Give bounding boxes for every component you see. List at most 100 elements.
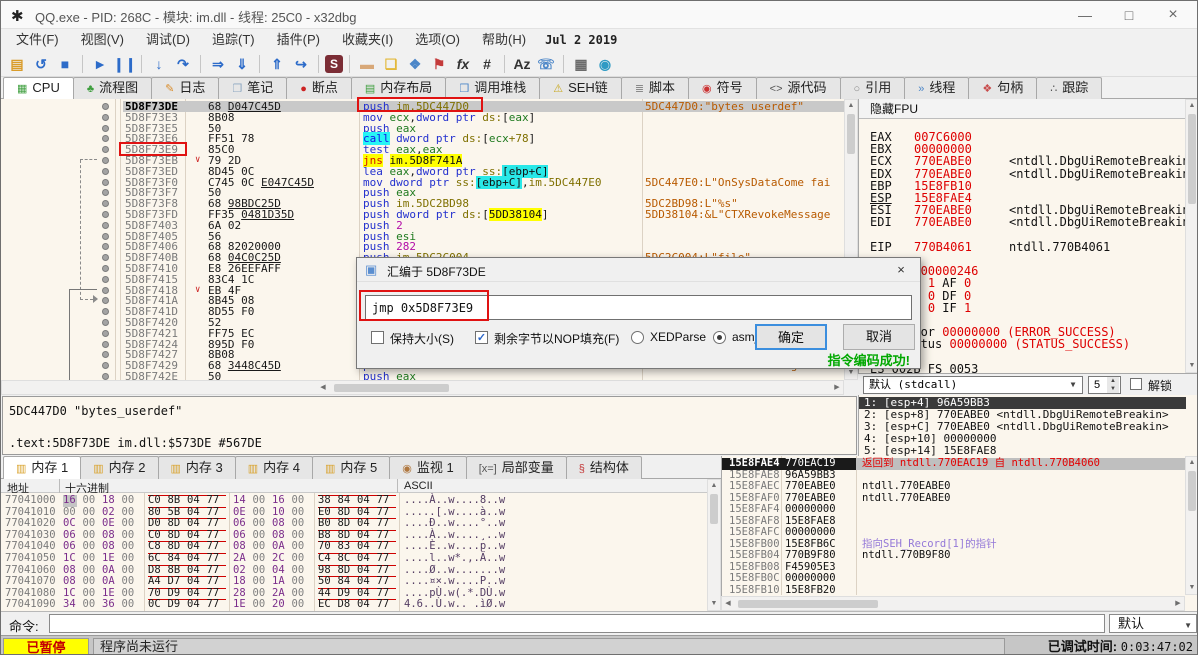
scroll-up-arrow[interactable]: ▲: [708, 480, 720, 492]
tab-memory-map[interactable]: ▤ 内存布局: [350, 77, 447, 99]
hex-byte[interactable]: 16: [272, 494, 286, 507]
hex-byte[interactable]: B0: [318, 518, 332, 530]
hex-byte[interactable]: 77: [207, 599, 221, 611]
hex-byte[interactable]: 6C: [148, 552, 162, 565]
hex-byte[interactable]: 36: [102, 599, 116, 611]
hex-byte[interactable]: 00: [292, 576, 306, 588]
run-icon[interactable]: ►: [89, 54, 111, 74]
stack-vscrollbar[interactable]: ▲ ▼: [1185, 456, 1197, 595]
register-row[interactable]: ECX 770EABE0 <ntdll.DbgUiRemoteBreakin>: [870, 155, 1197, 167]
tab-memory-5[interactable]: ▥ 内存 5: [312, 456, 391, 479]
hex-byte[interactable]: 2C: [272, 552, 286, 565]
spin-up-icon[interactable]: ▲: [1107, 377, 1119, 385]
scroll-up-arrow[interactable]: ▲: [1186, 100, 1197, 112]
hex-byte[interactable]: 04: [187, 599, 201, 611]
hex-byte[interactable]: 04: [187, 494, 201, 507]
hex-byte[interactable]: 00: [83, 576, 97, 588]
hex-byte[interactable]: 16: [63, 494, 77, 507]
scroll-right-arrow[interactable]: ▶: [831, 382, 843, 394]
hex-byte[interactable]: 77: [377, 599, 391, 611]
tab-locals[interactable]: [x=] 局部变量: [465, 456, 567, 479]
breakpoint-dot[interactable]: [102, 319, 109, 326]
tab-struct[interactable]: § 结构体: [565, 456, 642, 479]
tab-call-stack[interactable]: ❒ 调用堆栈: [445, 77, 541, 99]
hex-byte[interactable]: 77: [377, 552, 391, 565]
breakpoint-dot[interactable]: [102, 286, 109, 294]
breakpoint-dot[interactable]: [102, 113, 109, 121]
run-to-cursor-icon[interactable]: ⇒: [207, 54, 229, 74]
register-row[interactable]: EDX 770EABE0 <ntdll.DbgUiRemoteBreakin>: [870, 168, 1197, 180]
hex-byte[interactable]: 77: [207, 552, 221, 565]
hex-byte[interactable]: 04: [187, 576, 201, 588]
unlock-checkbox[interactable]: [1130, 378, 1142, 390]
hex-byte[interactable]: 00: [253, 576, 267, 588]
tab-handles[interactable]: ❖ 句柄: [968, 77, 1038, 99]
menu-item-5[interactable]: 收藏夹(I): [331, 29, 404, 51]
register-row[interactable]: ESI 770EABE0 <ntdll.DbgUiRemoteBreakin>: [870, 204, 1197, 216]
hide-fpu-button[interactable]: 隐藏FPU: [859, 99, 1186, 119]
breakpoint-dot[interactable]: [102, 329, 109, 337]
bookmarks-icon[interactable]: ⚑: [428, 54, 450, 74]
register-row[interactable]: EAX 007C6000: [870, 131, 1186, 143]
tab-watch[interactable]: ◉ 监视 1: [389, 456, 467, 479]
hex-byte[interactable]: 00: [83, 552, 97, 565]
hex-byte[interactable]: 77: [207, 576, 221, 588]
command-profile-select[interactable]: 默认 ▼: [1109, 614, 1197, 633]
disasm-hscrollbar[interactable]: ◀ ▶: [1, 380, 844, 395]
hex-byte[interactable]: 08: [63, 576, 77, 588]
breakpoint-dot[interactable]: [102, 362, 109, 370]
register-row[interactable]: EBP 15E8FB10: [870, 180, 1186, 192]
case-icon[interactable]: Az: [511, 54, 533, 74]
hex-byte[interactable]: 04: [357, 576, 371, 588]
menu-item-4[interactable]: 插件(P): [266, 29, 331, 51]
stack-pane[interactable]: 15E8FAE4 770EAC19 返回到 ntdll.770EAC19 自 ntd…: [721, 456, 1197, 611]
dialog-close-icon[interactable]: ×: [888, 261, 914, 279]
modules-icon[interactable]: ☏: [535, 54, 557, 74]
breakpoint-dot[interactable]: [102, 211, 109, 218]
spin-down-icon[interactable]: ▼: [1107, 385, 1119, 393]
scroll-down-arrow[interactable]: ▼: [1186, 360, 1197, 372]
hex-byte[interactable]: 77: [377, 518, 391, 530]
disasm-row[interactable]: 5D8F742E 50 push eax: [1, 371, 844, 380]
hex-byte[interactable]: A4: [148, 576, 162, 588]
menu-item-2[interactable]: 调试(D): [135, 29, 201, 51]
hex-byte[interactable]: D7: [168, 576, 182, 588]
maximize-button[interactable]: □: [1107, 1, 1151, 29]
memory-dump-pane[interactable]: 77041000 16 00 18 00 C0 8B 04 77 14 00 16 00 38 84 04 77…: [1, 493, 721, 611]
stack-row[interactable]: 15E8FAE4 770EAC19 返回到 ntdll.770EAC19 自 ntd…: [722, 457, 1186, 470]
breakpoint-dot[interactable]: [102, 178, 109, 186]
breakpoint-dot[interactable]: [102, 167, 109, 175]
breakpoint-dot[interactable]: [102, 232, 109, 240]
hex-byte[interactable]: 1C: [63, 552, 77, 565]
stack-row[interactable]: 15E8FB0C 00000000: [722, 572, 1186, 585]
functions-icon[interactable]: fx: [452, 54, 474, 74]
tab-seh-chain[interactable]: ⚠ SEH链: [539, 77, 622, 99]
breakpoint-dot[interactable]: [102, 189, 109, 197]
hex-byte[interactable]: 04: [357, 518, 371, 530]
registers-vscrollbar[interactable]: ▲ ▼: [1185, 99, 1197, 373]
tab-trace[interactable]: ∴ 跟踪: [1036, 77, 1103, 99]
hex-byte[interactable]: 1E: [233, 599, 247, 611]
stack-row[interactable]: 15E8FAEC 770EABE0 ntdll.770EABE0: [722, 480, 1186, 493]
hex-byte[interactable]: 77: [207, 494, 221, 507]
tab-notes[interactable]: ❐ 笔记: [218, 77, 288, 99]
hex-byte[interactable]: 14: [233, 494, 247, 507]
scroll-down-arrow[interactable]: ▼: [1186, 582, 1197, 594]
hex-byte[interactable]: 00: [83, 494, 97, 507]
hex-byte[interactable]: 77: [207, 518, 221, 530]
hex-byte[interactable]: 8B: [168, 494, 182, 507]
hex-byte[interactable]: 8C: [338, 552, 352, 565]
scroll-down-arrow[interactable]: ▼: [708, 598, 720, 610]
breakpoint-dot[interactable]: [102, 124, 109, 132]
hex-byte[interactable]: 04: [187, 518, 201, 530]
comments-icon[interactable]: ❏: [380, 54, 402, 74]
scylla-icon[interactable]: S: [325, 54, 343, 73]
breakpoint-dot[interactable]: [102, 265, 109, 272]
menu-item-3[interactable]: 追踪(T): [201, 29, 266, 51]
restart-icon[interactable]: ↺: [30, 54, 52, 74]
hex-byte[interactable]: 00: [253, 494, 267, 507]
hex-byte[interactable]: 04: [357, 552, 371, 565]
step-down-icon[interactable]: ⇓: [231, 54, 253, 74]
scroll-up-arrow[interactable]: ▲: [845, 100, 857, 112]
breakpoint-dot[interactable]: [102, 351, 109, 359]
